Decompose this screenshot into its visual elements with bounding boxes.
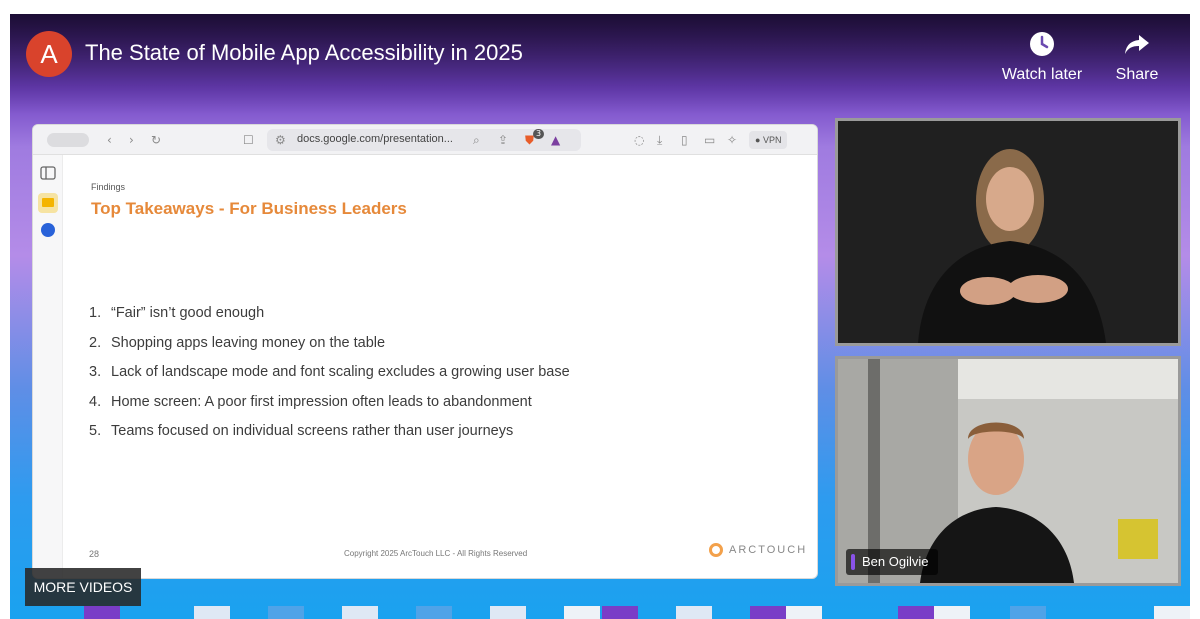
bar-decoration — [490, 606, 526, 619]
bar-decoration — [342, 606, 378, 619]
calendar-app-icon[interactable] — [41, 223, 55, 237]
bar-decoration — [786, 606, 822, 619]
bar-decoration — [602, 606, 638, 619]
zoom-icon[interactable]: ⌕ — [473, 133, 480, 147]
watch-later-button[interactable]: Watch later — [999, 30, 1085, 84]
brave-rewards-icon[interactable]: ▲ — [551, 133, 560, 147]
share-page-icon[interactable]: ⇪ — [498, 133, 508, 147]
sidebar-icon[interactable]: ▯ — [681, 133, 688, 147]
participant-name-tag: Ben Ogilvie — [846, 549, 939, 575]
bar-decoration — [416, 606, 452, 619]
participant-video-speaker[interactable]: Ben Ogilvie — [835, 356, 1181, 586]
bar-decoration — [934, 606, 970, 619]
vpn-label: VPN — [762, 135, 782, 145]
arctouch-logo-icon — [709, 543, 723, 557]
slide-page-number: 28 — [89, 549, 100, 559]
list-item: 4. Home screen: A poor first impression o… — [89, 393, 532, 410]
bookmark-icon[interactable]: ☐ — [243, 133, 254, 147]
video-player[interactable]: A The State of Mobile App Accessibility … — [10, 14, 1190, 619]
share-button[interactable]: Share — [1110, 30, 1164, 84]
interpreter-video-frame — [838, 121, 1178, 343]
browser-toolbar: ‹ › ↻ ☐ ⚙ docs.google.com/presentation..… — [33, 125, 817, 155]
share-arrow-icon — [1125, 35, 1149, 54]
slides-app-icon[interactable] — [38, 193, 58, 213]
share-label: Share — [1115, 66, 1159, 83]
bar-decoration — [898, 606, 934, 619]
watch-later-label: Watch later — [1001, 66, 1083, 83]
bar-decoration — [194, 606, 230, 619]
arctouch-wordmark: ARCTOUCH — [729, 544, 808, 556]
leo-icon[interactable]: ✧ — [727, 133, 737, 147]
bar-decoration — [84, 606, 120, 619]
video-title[interactable]: The State of Mobile App Accessibility in… — [85, 40, 523, 66]
participant-video-interpreter[interactable] — [835, 118, 1181, 346]
slide-kicker: Findings — [91, 182, 126, 192]
shared-screen-browser: ‹ › ↻ ☐ ⚙ docs.google.com/presentation..… — [32, 124, 818, 579]
bar-decoration — [676, 606, 712, 619]
shield-count-badge: 3 — [533, 129, 545, 139]
vpn-button[interactable]: ● VPN — [749, 131, 788, 149]
channel-avatar[interactable]: A — [26, 31, 72, 77]
decorative-bottom-bars — [10, 600, 1190, 619]
back-icon[interactable]: ‹ — [107, 133, 112, 147]
forward-icon[interactable]: › — [129, 133, 134, 147]
wallet-icon[interactable]: ▭ — [704, 133, 715, 147]
bar-decoration — [1010, 606, 1046, 619]
extension-icon[interactable]: ◌ — [634, 133, 644, 147]
reload-icon[interactable]: ↻ — [151, 133, 161, 147]
bar-decoration — [268, 606, 304, 619]
site-settings-icon[interactable]: ⚙ — [275, 133, 286, 147]
panel-icon[interactable] — [40, 165, 56, 181]
slide-copyright: Copyright 2025 ArcTouch LLC - All Rights… — [344, 549, 528, 558]
bar-decoration — [564, 606, 600, 619]
slide-title: Top Takeaways - For Business Leaders — [91, 199, 407, 218]
bar-decoration — [750, 606, 786, 619]
list-item: 2. Shopping apps leaving money on the tab… — [89, 334, 386, 351]
bar-decoration — [1154, 606, 1190, 619]
list-item: 1. “Fair” isn’t good enough — [89, 305, 265, 321]
browser-sidebar: + — [33, 155, 63, 578]
takeaways-list: 1. “Fair” isn’t good enough 2. Shopping ap… — [89, 305, 570, 453]
list-item: 5. Teams focused on individual screens ra… — [89, 423, 514, 439]
download-icon[interactable]: ⤓ — [657, 133, 662, 147]
list-item: 3. Lack of landscape mode and font scalin… — [89, 364, 570, 380]
clock-icon — [1030, 32, 1054, 56]
url-text: docs.google.com/presentation... — [297, 133, 453, 145]
sidebar-toggle-pill[interactable] — [47, 133, 89, 147]
